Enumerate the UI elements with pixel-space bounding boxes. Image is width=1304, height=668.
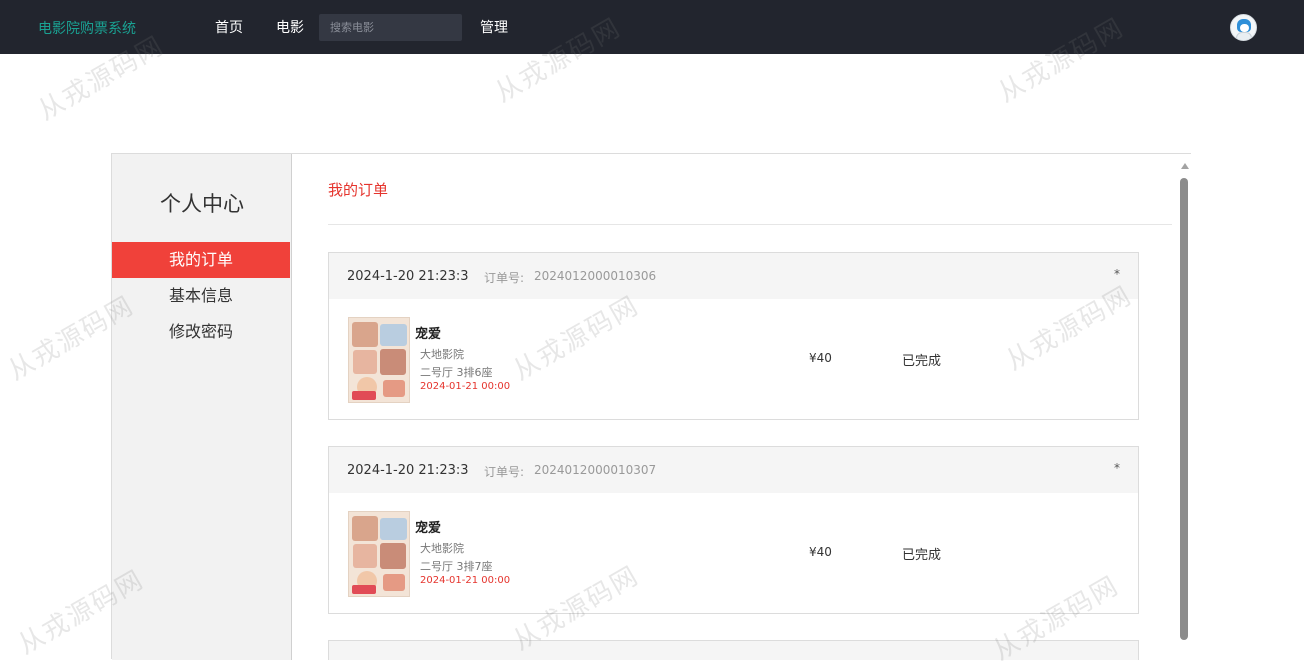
order-price: ¥40 — [809, 545, 832, 559]
show-time: 2024-01-21 00:00 — [420, 381, 511, 392]
nav-admin[interactable]: 管理 — [480, 17, 508, 37]
order-header: 2024-1-20 21:23:3 订单号: 2024012000010306 … — [329, 253, 1138, 299]
scroll-up-arrow-icon[interactable] — [1181, 163, 1189, 169]
order-card — [328, 640, 1139, 660]
avatar-face-icon — [1240, 24, 1249, 32]
order-status: 已完成 — [902, 548, 942, 563]
order-card: 2024-1-20 21:23:3 订单号: 2024012000010307 … — [328, 446, 1139, 614]
search-input[interactable] — [319, 14, 462, 41]
order-card: 2024-1-20 21:23:3 订单号: 2024012000010306 … — [328, 252, 1139, 420]
sidebar-item-basic-info[interactable]: 基本信息 — [112, 278, 290, 314]
movie-poster[interactable] — [348, 317, 410, 403]
order-header: 2024-1-20 21:23:3 订单号: 2024012000010307 … — [329, 447, 1138, 493]
seat-info: 二号厅 3排6座 — [420, 366, 493, 379]
delete-order-button[interactable]: * — [1114, 267, 1120, 281]
sidebar: 个人中心 我的订单 基本信息 修改密码 — [112, 154, 292, 660]
top-navbar: 电影院购票系统 首页 电影 管理 — [0, 0, 1304, 54]
movie-title[interactable]: 宠爱 — [415, 323, 441, 342]
cinema-name: 大地影院 — [420, 542, 464, 555]
nav-home[interactable]: 首页 — [215, 17, 243, 37]
order-number: 2024012000010307 — [534, 463, 657, 477]
order-status: 已完成 — [902, 354, 942, 369]
avatar-body-icon — [1236, 32, 1252, 40]
brand-logo[interactable]: 电影院购票系统 — [38, 18, 136, 38]
order-number-label: 订单号: — [484, 465, 525, 479]
delete-order-button[interactable]: * — [1114, 461, 1120, 475]
sidebar-title: 个人中心 — [160, 192, 244, 216]
user-avatar[interactable] — [1230, 14, 1257, 41]
orders-content: 我的订单 2024-1-20 21:23:3 订单号: 202401200001… — [292, 154, 1172, 660]
order-date: 2024-1-20 21:23:3 — [347, 463, 469, 478]
order-number: 2024012000010306 — [534, 269, 657, 283]
order-header — [329, 641, 1138, 660]
personal-center-panel: 个人中心 我的订单 基本信息 修改密码 我的订单 2024-1-20 21:23… — [111, 153, 1191, 660]
scrollbar[interactable] — [1178, 154, 1191, 660]
scrollbar-thumb[interactable] — [1180, 178, 1188, 640]
order-date: 2024-1-20 21:23:3 — [347, 269, 469, 284]
movie-poster[interactable] — [348, 511, 410, 597]
sidebar-item-my-orders[interactable]: 我的订单 — [112, 242, 290, 278]
nav-movies[interactable]: 电影 — [276, 17, 304, 37]
seat-info: 二号厅 3排7座 — [420, 560, 493, 573]
movie-title[interactable]: 宠爱 — [415, 517, 441, 536]
cinema-name: 大地影院 — [420, 348, 464, 361]
sidebar-item-change-password[interactable]: 修改密码 — [112, 314, 290, 350]
show-time: 2024-01-21 00:00 — [420, 575, 511, 586]
page-title: 我的订单 — [328, 181, 389, 199]
order-number-label: 订单号: — [484, 271, 525, 285]
order-price: ¥40 — [809, 351, 832, 365]
title-divider — [328, 224, 1172, 225]
